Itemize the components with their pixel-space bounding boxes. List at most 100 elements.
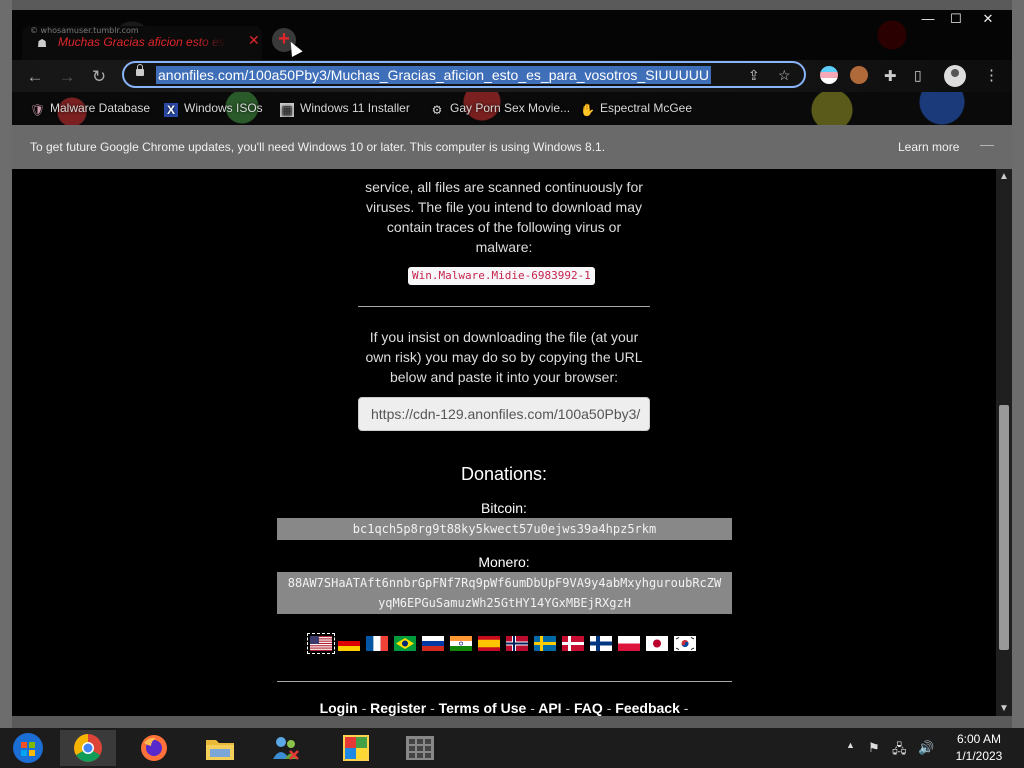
virus-warning-text: service, all files are scanned continuou… xyxy=(276,177,732,257)
flag-br-icon[interactable] xyxy=(394,636,416,651)
maximize-button[interactable]: ☐ xyxy=(940,10,972,30)
tab-favicon-icon: ☗ xyxy=(37,38,47,50)
bookmark-espectral-mcgee[interactable]: ✋ Espectral McGee xyxy=(580,101,692,117)
page-scrollbar[interactable]: ▲ ▼ xyxy=(996,169,1012,716)
tray-expand-icon[interactable]: ▲ xyxy=(846,740,855,750)
warning-line: viruses. The file you intend to download… xyxy=(365,199,642,215)
flag-se-icon[interactable] xyxy=(534,636,556,651)
start-button[interactable] xyxy=(0,730,56,766)
taskbar-firefox[interactable] xyxy=(126,730,182,766)
insist-line: If you insist on downloading the file (a… xyxy=(369,329,639,345)
flag-no-icon[interactable] xyxy=(506,636,528,651)
folder-icon xyxy=(206,740,234,760)
taskbar-file-explorer[interactable] xyxy=(192,730,248,766)
taskbar-people-app[interactable] xyxy=(258,730,314,766)
extension-avatar-icon[interactable] xyxy=(850,66,868,84)
terms-link[interactable]: Terms of Use xyxy=(439,700,527,716)
flag-fi-icon[interactable] xyxy=(590,636,612,651)
flag-us-icon[interactable] xyxy=(307,633,335,654)
footer-divider xyxy=(277,681,732,682)
taskbar-clock[interactable]: 6:00 AM 1/1/2023 xyxy=(946,731,1012,765)
insist-line: below and paste it into your browser: xyxy=(389,369,618,385)
side-panel-icon[interactable]: ▯ xyxy=(914,67,922,84)
download-url-field[interactable]: https://cdn-129.anonfiles.com/100a50Pby3… xyxy=(358,397,650,431)
learn-more-link[interactable]: Learn more xyxy=(898,140,959,154)
tab-close-icon[interactable]: ✕ xyxy=(248,32,260,49)
virus-name-badge: Win.Malware.Midie-6983992-1 xyxy=(408,267,595,285)
browser-toolbar: ← → ↻ anonfiles.com/100a50Pby3/Muchas_Gr… xyxy=(12,60,1012,92)
warning-line: service, all files are scanned continuou… xyxy=(365,179,643,195)
flag-ru-icon[interactable] xyxy=(422,636,444,651)
firefox-icon xyxy=(141,735,167,761)
forward-button[interactable]: → xyxy=(56,66,78,88)
flag-fr-icon[interactable] xyxy=(366,636,388,651)
shield-icon: 🛡 xyxy=(30,103,46,117)
chrome-window: © whosamuser.tumblr.com ☗ Muchas Gracias… xyxy=(12,10,1012,716)
taskbar: ▲ ⚑ 🖧 🔊 6:00 AM 1/1/2023 xyxy=(0,728,1024,768)
desktop-edge-left xyxy=(0,0,12,728)
bitcoin-label: Bitcoin: xyxy=(481,500,527,516)
installer-icon: ▦ xyxy=(280,103,294,117)
footer-separator: - xyxy=(430,700,435,716)
bookmark-malware-database[interactable]: 🛡 Malware Database xyxy=(30,101,150,117)
clock-date: 1/1/2023 xyxy=(955,749,1003,763)
insist-text: If you insist on downloading the file (a… xyxy=(276,327,732,387)
menu-kebab-icon[interactable]: ⋮ xyxy=(984,66,999,84)
update-infobar: To get future Google Chrome updates, you… xyxy=(12,125,1012,169)
url-text[interactable]: anonfiles.com/100a50Pby3/Muchas_Gracias_… xyxy=(156,66,711,84)
monero-label: Monero: xyxy=(478,554,530,570)
lock-icon xyxy=(136,64,144,76)
faq-link[interactable]: FAQ xyxy=(574,700,603,716)
hand-icon: ✋ xyxy=(580,103,595,117)
divider xyxy=(358,306,650,307)
scroll-down-icon[interactable]: ▼ xyxy=(996,703,1012,714)
donations-title: Donations: xyxy=(460,464,548,484)
control-panel-icon xyxy=(343,735,369,761)
warning-line: malware: xyxy=(475,239,533,255)
browser-tab[interactable]: © whosamuser.tumblr.com ☗ Muchas Gracias… xyxy=(22,26,262,60)
profile-avatar[interactable] xyxy=(944,65,966,87)
share-icon[interactable]: ⇪ xyxy=(748,67,760,84)
infobar-close-icon[interactable]: — xyxy=(980,136,994,152)
taskbar-chrome[interactable] xyxy=(60,730,116,766)
volume-icon[interactable]: 🔊 xyxy=(918,740,934,756)
close-window-button[interactable]: ✕ xyxy=(972,10,1004,30)
flag-de-icon[interactable] xyxy=(338,636,360,651)
tab-title: Muchas Gracias aficion esto es para voso… xyxy=(58,35,228,49)
bookmark-star-icon[interactable]: ☆ xyxy=(778,67,791,84)
flag-kr-icon[interactable] xyxy=(674,636,696,651)
feedback-link[interactable]: Feedback xyxy=(615,700,680,716)
gear-icon: ⚙ xyxy=(431,103,443,117)
x-icon: X xyxy=(164,103,178,117)
footer-separator: - xyxy=(606,700,612,716)
flag-jp-icon[interactable] xyxy=(646,636,668,651)
monero-address[interactable]: 88AW7SHaATAft6nnbrGpFNf7Rq9pWf6umDbUpF9V… xyxy=(277,572,732,614)
bitcoin-address[interactable]: bc1qch5p8rg9t88ky5kwect57u0ejws39a4hpz5r… xyxy=(277,518,732,540)
flag-dk-icon[interactable] xyxy=(562,636,584,651)
insist-line: own risk) you may do so by copying the U… xyxy=(365,349,643,365)
address-bar[interactable]: anonfiles.com/100a50Pby3/Muchas_Gracias_… xyxy=(122,61,806,88)
bookmark-movie[interactable]: ⚙ Gay Porn Sex Movie... xyxy=(430,101,570,117)
bookmark-windows-11-installer[interactable]: ▦ Windows 11 Installer xyxy=(280,101,410,117)
scroll-up-icon[interactable]: ▲ xyxy=(996,171,1012,182)
footer-links: Login - Register - Terms of Use - API - … xyxy=(276,700,732,716)
register-link[interactable]: Register xyxy=(370,700,426,716)
flag-es-icon[interactable] xyxy=(478,636,500,651)
infobar-message: To get future Google Chrome updates, you… xyxy=(30,140,606,154)
login-link[interactable]: Login xyxy=(320,700,358,716)
bookmark-windows-isos[interactable]: X Windows ISOs xyxy=(164,101,263,117)
start-orb-icon xyxy=(13,733,43,763)
taskbar-task-view[interactable] xyxy=(392,730,448,766)
reload-button[interactable]: ↻ xyxy=(88,66,110,88)
extension-flag-icon[interactable] xyxy=(820,66,838,84)
taskbar-control-panel[interactable] xyxy=(328,730,384,766)
scrollbar-thumb[interactable] xyxy=(999,405,1009,650)
api-link[interactable]: API xyxy=(538,700,561,716)
warning-line: contain traces of the following virus or xyxy=(386,219,622,235)
extensions-puzzle-icon[interactable]: ✚ xyxy=(884,67,897,85)
network-icon[interactable]: 🖧 xyxy=(892,740,907,762)
back-button[interactable]: ← xyxy=(24,66,46,88)
flag-pl-icon[interactable] xyxy=(618,636,640,651)
action-center-flag-icon[interactable]: ⚑ xyxy=(868,740,880,756)
flag-in-icon[interactable] xyxy=(450,636,472,651)
